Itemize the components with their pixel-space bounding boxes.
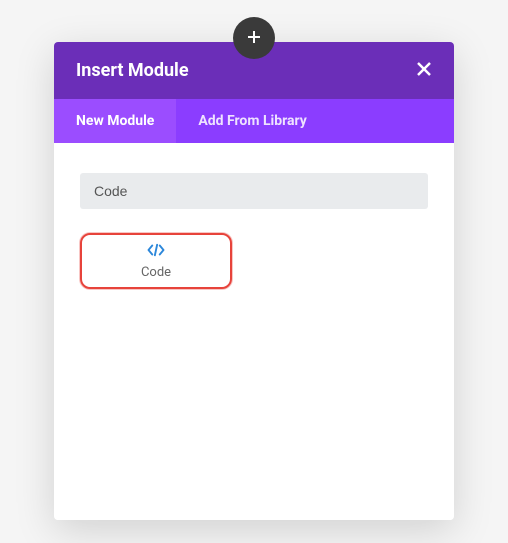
close-icon	[416, 61, 432, 81]
insert-module-modal: Insert Module New Module Add From Librar…	[54, 42, 454, 520]
modal-title: Insert Module	[76, 60, 189, 81]
tab-add-from-library[interactable]: Add From Library	[176, 99, 328, 143]
modal-body: Code	[54, 143, 454, 520]
close-button[interactable]	[416, 61, 432, 81]
tab-new-module[interactable]: New Module	[54, 99, 176, 143]
module-label: Code	[141, 265, 171, 280]
tabs: New Module Add From Library	[54, 99, 454, 143]
search-input[interactable]	[80, 173, 428, 209]
code-icon	[147, 242, 165, 261]
add-module-button[interactable]	[233, 17, 275, 59]
plus-icon	[247, 29, 261, 48]
module-item-code[interactable]: Code	[80, 233, 232, 289]
module-grid: Code	[80, 233, 428, 289]
